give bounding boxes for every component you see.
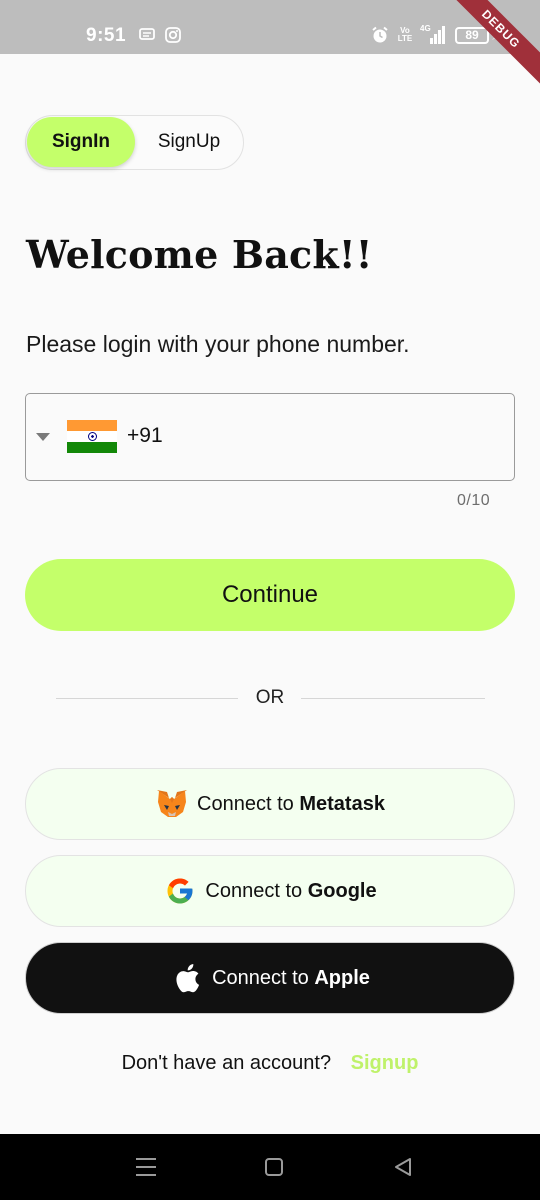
signup-tab[interactable]: SignUp bbox=[139, 117, 239, 167]
signal-icon: 4G bbox=[420, 24, 446, 44]
metamask-name: Metatask bbox=[299, 792, 385, 815]
status-bar: 9:51 Vo LTE 4G 89 ⚡ DEBUG bbox=[0, 0, 540, 90]
google-prefix: Connect to bbox=[205, 879, 308, 902]
or-divider: OR bbox=[56, 687, 485, 711]
signup-prompt: Don't have an account? Signup bbox=[0, 1052, 540, 1075]
battery-icon: 89 bbox=[455, 27, 489, 44]
divider-line-right bbox=[301, 698, 485, 699]
apple-icon bbox=[170, 961, 204, 995]
recent-apps-icon[interactable] bbox=[136, 1158, 156, 1176]
metamask-fox-icon bbox=[155, 787, 189, 821]
continue-button[interactable]: Continue bbox=[25, 559, 515, 631]
phone-number-field[interactable]: +91 bbox=[25, 393, 515, 481]
apple-name: Apple bbox=[314, 966, 370, 989]
signin-tab[interactable]: SignIn bbox=[27, 117, 135, 167]
page-subtitle: Please login with your phone number. bbox=[26, 331, 410, 357]
google-name: Google bbox=[307, 879, 377, 902]
dial-code: +91 bbox=[127, 424, 163, 447]
volte-indicator: Vo LTE bbox=[397, 26, 413, 44]
metamask-label: Connect to Metatask bbox=[197, 793, 385, 816]
home-icon[interactable] bbox=[265, 1158, 283, 1176]
apple-prefix: Connect to bbox=[212, 966, 315, 989]
status-time: 9:51 bbox=[86, 25, 127, 46]
auth-mode-toggle: SignIn SignUp bbox=[25, 115, 244, 170]
back-icon[interactable] bbox=[393, 1157, 413, 1177]
country-dropdown-icon[interactable] bbox=[36, 433, 50, 441]
alarm-icon bbox=[371, 26, 389, 44]
navigation-bar bbox=[0, 1134, 540, 1200]
instagram-icon bbox=[165, 26, 181, 44]
google-icon bbox=[163, 874, 197, 908]
no-account-text: Don't have an account? bbox=[121, 1052, 332, 1074]
network-label: 4G bbox=[420, 24, 431, 33]
page-title: Welcome Back!! bbox=[26, 232, 373, 277]
divider-line-left bbox=[56, 698, 238, 699]
india-flag-icon[interactable] bbox=[67, 420, 117, 453]
signup-link[interactable]: Signup bbox=[351, 1052, 419, 1074]
google-label: Connect to Google bbox=[205, 880, 376, 903]
apple-label: Connect to Apple bbox=[212, 967, 370, 990]
metamask-prefix: Connect to bbox=[197, 792, 300, 815]
connect-metamask-button[interactable]: Connect to Metatask bbox=[25, 768, 515, 840]
character-counter: 0/10 bbox=[457, 492, 491, 509]
or-label: OR bbox=[255, 687, 285, 708]
message-icon bbox=[139, 26, 155, 44]
connect-apple-button[interactable]: Connect to Apple bbox=[25, 942, 515, 1014]
debug-banner: DEBUG bbox=[440, 0, 540, 90]
connect-google-button[interactable]: Connect to Google bbox=[25, 855, 515, 927]
volte-bottom-label: LTE bbox=[397, 34, 413, 43]
